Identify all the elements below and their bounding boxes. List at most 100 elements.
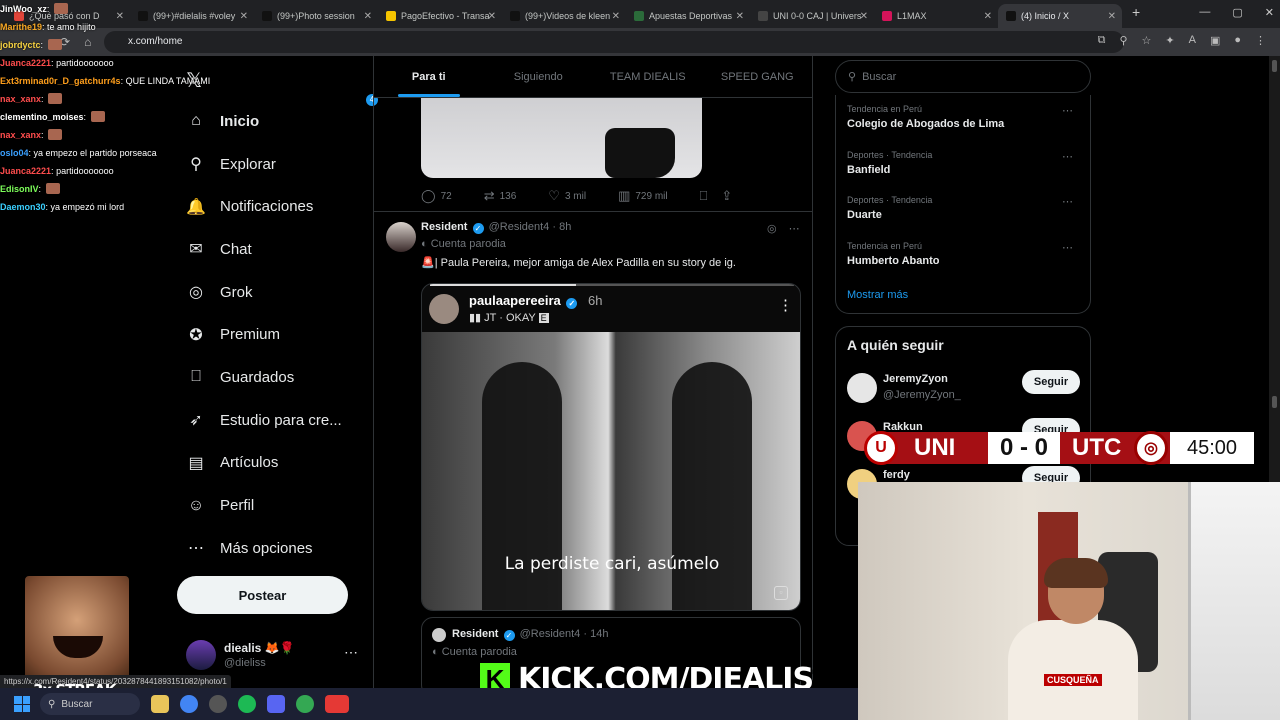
sidebar-item-rocket[interactable]: ➶ Estudio para cre... [176, 399, 372, 442]
trend-item[interactable]: Tendencia en Perú Colegio de Abogados de … [847, 104, 1077, 130]
author-name[interactable]: Resident [421, 221, 467, 233]
url-field[interactable]: x.com/home [104, 31, 1124, 53]
close-window-icon[interactable]: ✕ [1265, 6, 1274, 19]
discord-icon[interactable] [267, 695, 285, 713]
streaming-app-icon[interactable] [325, 695, 349, 713]
browser-tab[interactable]: (99+)Photo session ✕ [254, 4, 378, 28]
chrome-icon[interactable] [180, 695, 198, 713]
maximize-icon[interactable]: ▢ [1232, 6, 1242, 19]
post-media[interactable] [421, 98, 702, 178]
minimize-icon[interactable]: — [1199, 6, 1210, 19]
search-input[interactable]: ⚲ Buscar [835, 60, 1091, 93]
profile-icon[interactable]: ● [1234, 34, 1241, 47]
emote-icon [48, 93, 63, 104]
away-crest-icon: ◎ [1134, 431, 1168, 465]
bookmark-icon[interactable]: ⎕ [700, 188, 708, 204]
more-icon[interactable]: ⋯ [789, 222, 800, 235]
avatar [186, 640, 216, 670]
like-button[interactable]: ♡ 3 mil [548, 188, 586, 204]
account-switcher[interactable]: diealis 🦊🌹 @dieliss ⋯ [186, 640, 366, 674]
post-image[interactable]: paulaapereeira ✓ 6h ▮▮ JT · OKAY E ⋮ La … [421, 283, 801, 611]
sidebar-item-label: Grok [220, 283, 253, 301]
browser-tab[interactable]: PagoEfectivo - Transa ✕ [378, 4, 502, 28]
close-tab-icon[interactable]: ✕ [1108, 11, 1116, 22]
extension-icon[interactable]: ✦ [1165, 34, 1174, 47]
search-placeholder: Buscar [862, 70, 897, 83]
views-button[interactable]: ▥ 729 mil [618, 188, 668, 204]
reply-count: 72 [440, 190, 452, 202]
view-count: 729 mil [635, 190, 668, 202]
trend-item[interactable]: Deportes · Tendencia Banfield ⋯ [847, 150, 1077, 176]
sidebar-item-search[interactable]: ⚲ Explorar [176, 143, 372, 186]
chat-username: Daemon30 [0, 202, 46, 212]
more-icon[interactable]: ⋯ [1062, 241, 1073, 254]
avatar[interactable] [386, 222, 416, 252]
cast-icon[interactable]: ⧉ [1098, 34, 1106, 47]
new-tab-icon[interactable]: + [1132, 4, 1140, 23]
chat-username: nax_xanx [0, 94, 42, 104]
file-explorer-icon[interactable] [151, 695, 169, 713]
tab-para-ti[interactable]: Para ti [374, 56, 484, 97]
sidebar-item-more[interactable]: ⋯ Más opciones [176, 527, 372, 570]
sidebar-item-person[interactable]: ☺ Perfil [176, 484, 372, 527]
close-tab-icon[interactable]: ✕ [364, 11, 372, 22]
post-time[interactable]: · 8h [552, 221, 571, 233]
grok-icon: ◎ [189, 284, 203, 302]
follow-button[interactable]: Seguir [1022, 370, 1080, 394]
show-more-link[interactable]: Mostrar más [847, 289, 908, 301]
tab-team-diealis[interactable]: TEAM DIEALIS [593, 56, 703, 97]
search-icon: ⚲ [190, 156, 202, 174]
grok-icon[interactable]: ◎ [767, 222, 777, 235]
zoom-icon[interactable]: ⚲ [1119, 34, 1127, 47]
close-tab-icon[interactable]: ✕ [240, 11, 248, 22]
tab-siguiendo[interactable]: Siguiendo [484, 56, 594, 97]
emote-icon [90, 111, 105, 122]
browser-tab[interactable]: (99+)Videos de kleen ✕ [502, 4, 626, 28]
browser-tab[interactable]: UNI 0-0 CAJ | Univers ✕ [750, 4, 874, 28]
post-button[interactable]: Postear [177, 576, 348, 614]
obs-icon[interactable] [209, 695, 227, 713]
menu-icon[interactable]: ⋮ [1255, 34, 1266, 47]
share-icon[interactable]: ⇪ [721, 188, 732, 204]
more-icon[interactable]: ⋯ [1062, 195, 1073, 208]
alt-icon[interactable]: ▫ [774, 586, 788, 600]
sidebar-item-bell[interactable]: 🔔 4 Notificaciones [176, 94, 378, 228]
sidebar-item-grok[interactable]: ◎ Grok [176, 271, 372, 314]
puzzle-icon[interactable]: ▣ [1210, 34, 1220, 47]
windows-start-icon[interactable] [14, 696, 30, 712]
more-icon[interactable]: ⋯ [1062, 104, 1073, 117]
trend-title: Banfield [847, 163, 891, 176]
star-icon[interactable]: ☆ [1142, 34, 1152, 47]
sidebar-item-home[interactable]: ⌂ Inicio [176, 100, 372, 143]
trend-item[interactable]: Deportes · Tendencia Duarte ⋯ [847, 195, 1077, 221]
browser-tab[interactable]: Apuestas Deportivas ✕ [626, 4, 750, 28]
taskbar: ⚲ Buscar [0, 688, 858, 720]
sidebar-item-label: Premium [220, 326, 281, 344]
repost-button[interactable]: ⇄ 136 [484, 188, 517, 204]
more-icon[interactable]: ⋯ [1062, 150, 1073, 163]
tab-speed-gang[interactable]: SPEED GANG [703, 56, 813, 97]
chat-username: clementino_moises [0, 112, 84, 122]
close-tab-icon[interactable]: ✕ [736, 11, 744, 22]
close-tab-icon[interactable]: ✕ [612, 11, 620, 22]
sidebar-item-bookmark[interactable]: ⎕ Guardados [176, 356, 372, 399]
sidebar-item-verified[interactable]: ✪ Premium [176, 313, 372, 356]
sidebar-item-mail[interactable]: ✉ Chat [176, 228, 372, 271]
chrome-profile-icon[interactable] [296, 695, 314, 713]
trend-item[interactable]: Tendencia en Perú Humberto Abanto ⋯ [847, 241, 1077, 267]
media-object [605, 128, 675, 178]
spotify-icon[interactable] [238, 695, 256, 713]
reply-button[interactable]: ◯ 72 [421, 188, 452, 204]
close-tab-icon[interactable]: ✕ [860, 11, 868, 22]
verified-icon: ✪ [189, 326, 203, 344]
author-handle[interactable]: @Resident4 [489, 221, 550, 233]
sidebar-item-article[interactable]: ▤ Artículos [176, 442, 372, 485]
bookmark-icon: ⎕ [191, 368, 201, 386]
translate-icon[interactable]: A [1189, 34, 1196, 47]
taskbar-search[interactable]: ⚲ Buscar [40, 693, 140, 715]
browser-tab[interactable]: L1MAX ✕ [874, 4, 998, 28]
close-tab-icon[interactable]: ✕ [984, 11, 992, 22]
browser-tab[interactable]: (4) Inicio / X ✕ [998, 4, 1122, 28]
close-tab-icon[interactable]: ✕ [488, 11, 496, 22]
more-icon[interactable]: ⋯ [344, 644, 358, 661]
